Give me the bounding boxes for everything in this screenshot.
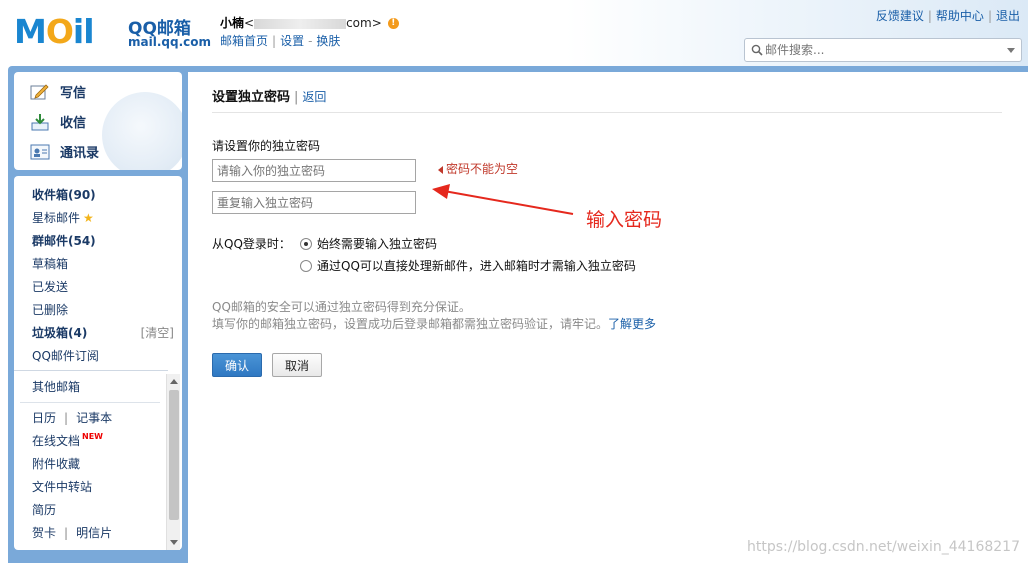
link-notes[interactable]: 记事本 bbox=[76, 411, 112, 425]
radio-qq-direct[interactable]: 通过QQ可以直接处理新邮件，进入邮箱时才需输入独立密码 bbox=[300, 257, 636, 274]
top-right-links: 反馈建议 | 帮助中心 | 退出 bbox=[875, 9, 1020, 23]
separator: | bbox=[64, 526, 69, 540]
annotation-label: 输入密码 bbox=[586, 209, 663, 231]
back-link[interactable]: 返回 bbox=[302, 90, 326, 104]
sidebar-divider bbox=[14, 370, 168, 371]
learn-more-link[interactable]: 了解更多 bbox=[608, 317, 656, 331]
calendar-notes-row: 日历 | 记事本 bbox=[32, 409, 112, 426]
compose-label: 写信 bbox=[60, 86, 87, 101]
qq-penguin-decoration bbox=[102, 92, 182, 170]
warning-icon[interactable]: ! bbox=[387, 18, 399, 29]
user-email-prefix: < bbox=[244, 16, 255, 30]
folder-starred-label: 星标邮件 bbox=[32, 211, 81, 225]
password-input[interactable] bbox=[212, 159, 416, 182]
link-resume[interactable]: 简历 bbox=[32, 501, 56, 518]
scroll-up-icon[interactable] bbox=[170, 379, 178, 384]
confirm-button[interactable]: 确认 bbox=[212, 353, 262, 377]
other-mailboxes[interactable]: 其他邮箱 bbox=[32, 378, 80, 395]
title-divider bbox=[212, 112, 1002, 113]
folder-sent[interactable]: 已发送 bbox=[32, 278, 68, 295]
logo-mark: MOil bbox=[14, 12, 95, 51]
user-name: 小楠 bbox=[220, 16, 245, 30]
search-dropdown-icon[interactable] bbox=[1007, 48, 1015, 53]
receive-button[interactable]: 收信 bbox=[30, 112, 86, 131]
link-calendar[interactable]: 日历 bbox=[32, 411, 56, 425]
radio2-label: 通过QQ可以直接处理新邮件，进入邮箱时才需输入独立密码 bbox=[317, 259, 636, 273]
link-greeting-card[interactable]: 贺卡 bbox=[32, 526, 56, 540]
link-file-transfer[interactable]: 文件中转站 bbox=[32, 478, 92, 495]
sidebar-divider bbox=[20, 402, 160, 403]
contacts-button[interactable]: 通讯录 bbox=[30, 142, 99, 161]
link-feedback[interactable]: 反馈建议 bbox=[876, 9, 924, 23]
error-text: 密码不能为空 bbox=[446, 162, 519, 176]
sidebar-actions: 写信 收信 通讯录 bbox=[14, 72, 182, 170]
new-badge: NEW bbox=[82, 432, 103, 441]
error-arrow-icon bbox=[438, 165, 443, 174]
link-postcard[interactable]: 明信片 bbox=[76, 526, 112, 540]
user-info: 小楠< com>! bbox=[220, 14, 399, 31]
user-email-suffix: com> bbox=[346, 16, 382, 30]
compose-icon bbox=[30, 83, 49, 99]
folder-drafts[interactable]: 草稿箱 bbox=[32, 255, 68, 272]
folder-starred[interactable]: 星标邮件 ★ bbox=[32, 209, 94, 226]
folder-list: 收件箱(90) 星标邮件 ★ 群邮件(54) 草稿箱 已发送 已删除 垃圾箱(4)… bbox=[14, 176, 182, 550]
folder-spam[interactable]: 垃圾箱(4) bbox=[32, 324, 87, 341]
password-error: 密码不能为空 bbox=[438, 160, 518, 177]
radio-checked[interactable] bbox=[300, 237, 312, 250]
scroll-down-icon[interactable] bbox=[170, 540, 178, 545]
link-change-skin[interactable]: 换肤 bbox=[316, 34, 340, 48]
page-title: 设置独立密码 bbox=[212, 90, 291, 105]
folder-inbox[interactable]: 收件箱(90) bbox=[32, 186, 96, 203]
clear-spam-link[interactable]: [清空] bbox=[141, 324, 174, 341]
contacts-label: 通讯录 bbox=[60, 146, 100, 161]
folder-qq-subscription[interactable]: QQ邮件订阅 bbox=[32, 347, 99, 364]
qq-mail-logo[interactable]: MOil QQ邮箱 mail.qq.com bbox=[14, 12, 211, 52]
mail-search[interactable] bbox=[744, 38, 1022, 62]
tip2-text: 填写你的邮箱独立密码，设置成功后登录邮箱都需独立密码验证，请牢记。 bbox=[212, 317, 609, 331]
link-mailbox-home[interactable]: 邮箱首页 bbox=[220, 34, 268, 48]
search-input[interactable] bbox=[765, 42, 995, 58]
cancel-button[interactable]: 取消 bbox=[272, 353, 322, 377]
annotation-arrow bbox=[432, 184, 574, 215]
search-icon bbox=[751, 44, 763, 56]
radio-always-password[interactable]: 始终需要输入独立密码 bbox=[300, 235, 437, 252]
radio-unchecked[interactable] bbox=[300, 259, 312, 272]
link-logout[interactable]: 退出 bbox=[996, 9, 1020, 23]
star-icon: ★ bbox=[83, 211, 94, 225]
security-tip-2: 填写你的邮箱独立密码，设置成功后登录邮箱都需独立密码验证，请牢记。了解更多 bbox=[212, 315, 656, 332]
online-docs-label: 在线文档 bbox=[32, 434, 81, 448]
folder-deleted[interactable]: 已删除 bbox=[32, 301, 68, 318]
scroll-thumb[interactable] bbox=[169, 390, 179, 520]
folder-group-mail[interactable]: 群邮件(54) bbox=[32, 232, 96, 249]
link-help-center[interactable]: 帮助中心 bbox=[936, 9, 984, 23]
sidebar-scrollbar[interactable] bbox=[166, 374, 180, 550]
link-settings[interactable]: 设置 bbox=[280, 34, 304, 48]
password-confirm-input[interactable] bbox=[212, 191, 416, 214]
radio1-label: 始终需要输入独立密码 bbox=[317, 237, 438, 251]
compose-button[interactable]: 写信 bbox=[30, 82, 86, 101]
inbox-download-icon bbox=[31, 113, 49, 130]
redacted-email bbox=[254, 18, 347, 29]
page-title-row: 设置独立密码 | 返回 bbox=[212, 90, 327, 105]
card-postcard-row: 贺卡 | 明信片 bbox=[32, 524, 112, 541]
contacts-icon bbox=[30, 144, 50, 159]
link-attachments[interactable]: 附件收藏 bbox=[32, 455, 80, 472]
main-panel: 设置独立密码|返回 请设置你的独立密码 密码不能为空 输入密码 从QQ登录时： … bbox=[188, 72, 1028, 563]
header-links: 邮箱首页 | 设置 - 换肤 bbox=[220, 34, 341, 48]
separator: | bbox=[64, 411, 69, 425]
watermark: https://blog.csdn.net/weixin_44168217 bbox=[746, 539, 1020, 555]
header: MOil QQ邮箱 mail.qq.com 小楠< com>! 邮箱首页 | 设置 - 换… bbox=[0, 0, 1028, 66]
link-online-docs[interactable]: 在线文档 NEW bbox=[32, 432, 103, 449]
logo-domain: mail.qq.com bbox=[128, 35, 211, 49]
qq-login-label: 从QQ登录时： bbox=[212, 237, 291, 251]
password-prompt: 请设置你的独立密码 bbox=[212, 139, 321, 153]
receive-label: 收信 bbox=[60, 116, 87, 131]
security-tip: QQ邮箱的安全可以通过独立密码得到充分保证。 bbox=[212, 300, 471, 314]
